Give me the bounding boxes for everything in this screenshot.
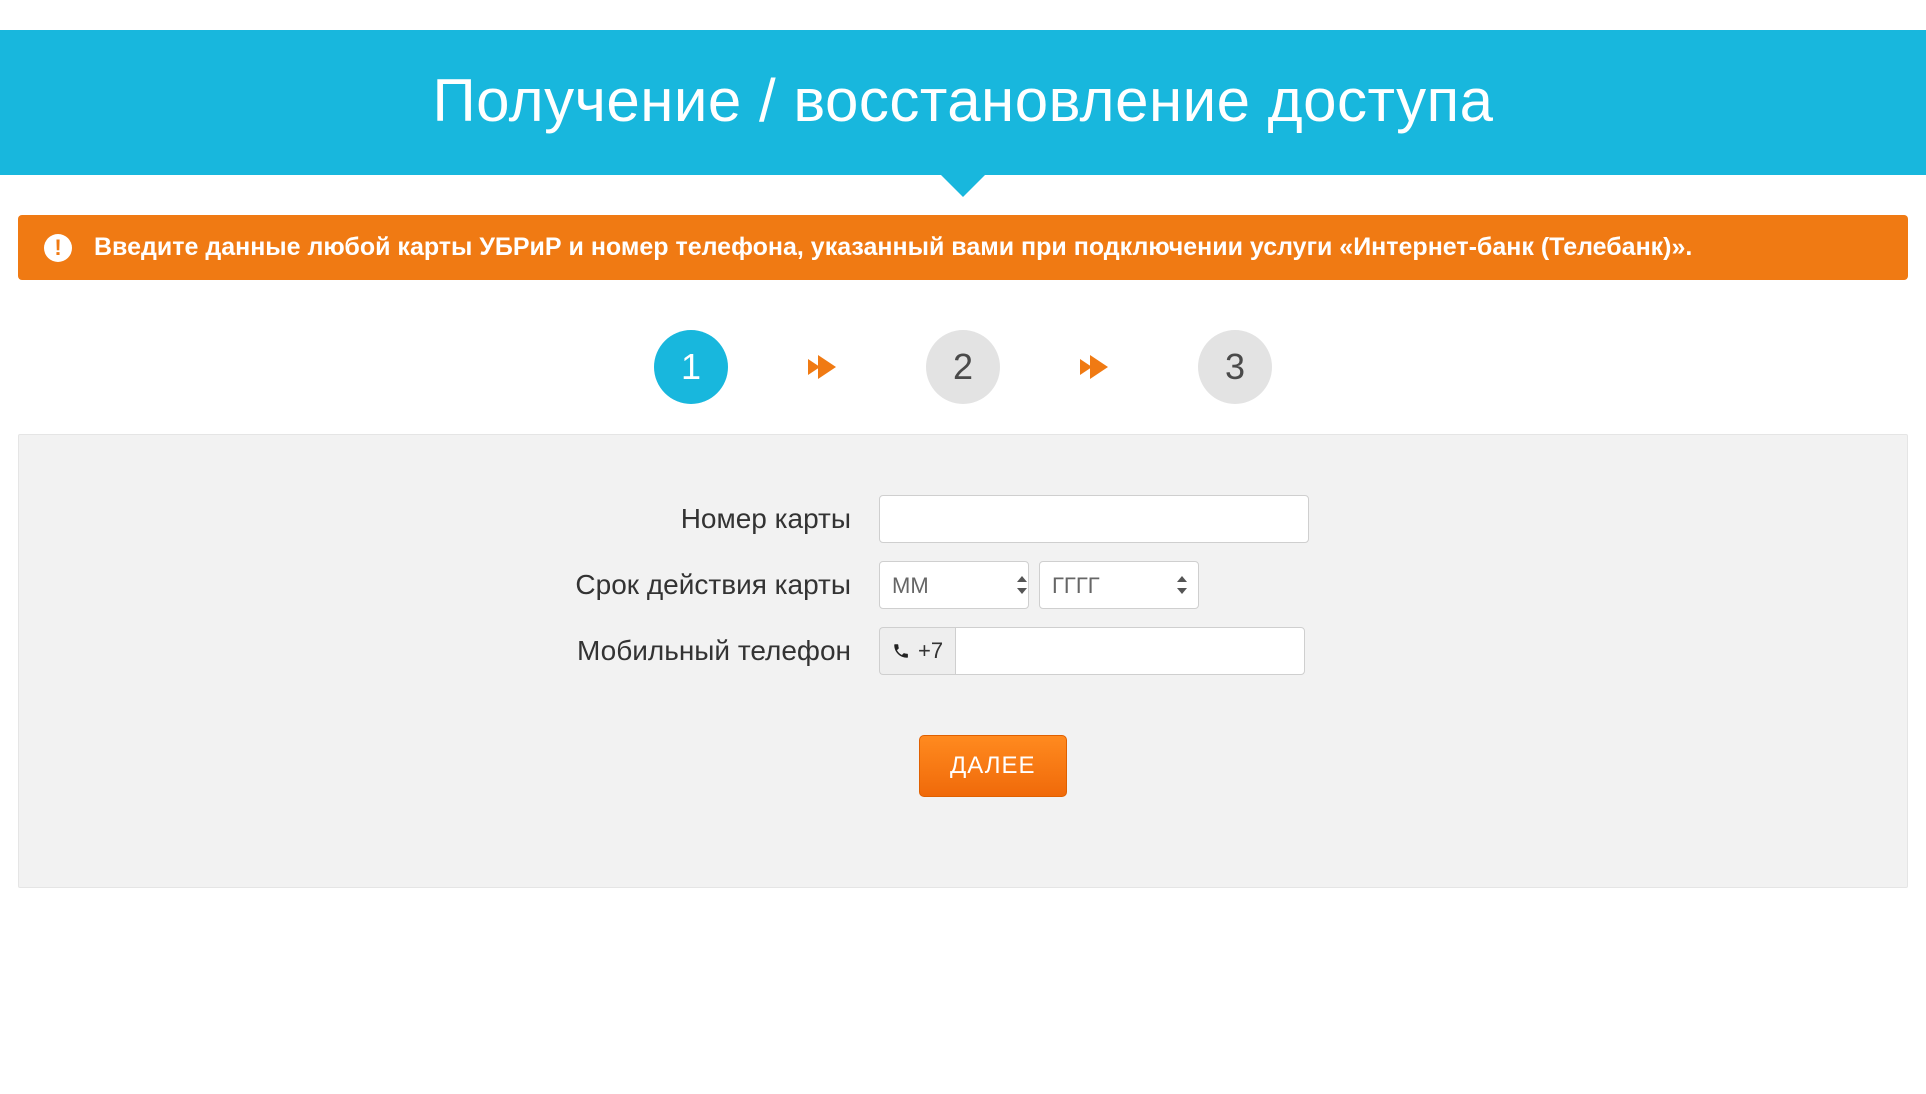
alert-icon: !	[44, 234, 72, 262]
phone-prefix-text: +7	[918, 638, 943, 664]
info-alert: ! Введите данные любой карты УБРиР и ном…	[18, 215, 1908, 280]
label-card-number: Номер карты	[59, 503, 879, 535]
next-button[interactable]: ДАЛЕЕ	[919, 735, 1067, 797]
alert-text: Введите данные любой карты УБРиР и номер…	[94, 233, 1692, 262]
chevron-right-icon	[818, 355, 836, 379]
phone-prefix: +7	[879, 627, 955, 675]
expiry-year-select[interactable]: ГГГГ	[1039, 561, 1199, 609]
chevron-right-icon	[1090, 355, 1108, 379]
header-banner: Получение / восстановление доступа	[0, 30, 1926, 175]
step-2: 2	[926, 330, 1000, 404]
page-title: Получение / восстановление доступа	[0, 66, 1926, 135]
phone-input[interactable]	[955, 627, 1305, 675]
row-phone: Мобильный телефон +7	[59, 627, 1867, 675]
label-card-expiry: Срок действия карты	[59, 569, 879, 601]
step-indicator: 1 2 3	[18, 330, 1908, 404]
form-card: Номер карты Срок действия карты ММ ГГГГ …	[18, 434, 1908, 888]
expiry-month-select[interactable]: ММ	[879, 561, 1029, 609]
row-card-expiry: Срок действия карты ММ ГГГГ	[59, 561, 1867, 609]
card-number-input[interactable]	[879, 495, 1309, 543]
step-1: 1	[654, 330, 728, 404]
row-card-number: Номер карты	[59, 495, 1867, 543]
phone-icon	[892, 642, 910, 660]
label-phone: Мобильный телефон	[59, 635, 879, 667]
step-3: 3	[1198, 330, 1272, 404]
